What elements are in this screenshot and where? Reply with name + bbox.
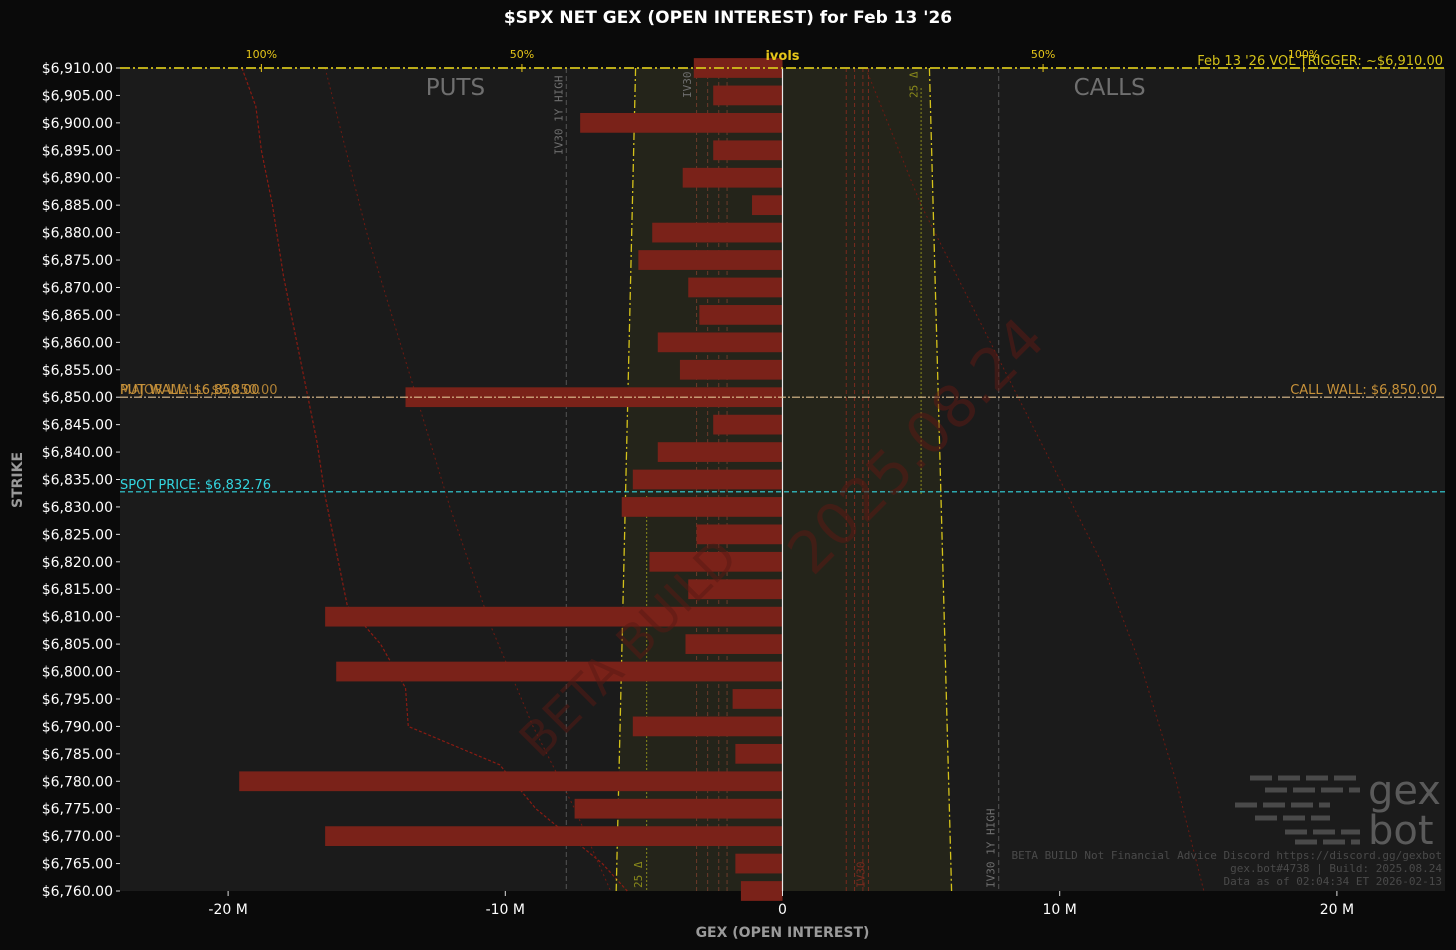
x-axis-title: GEX (OPEN INTEREST) [696, 925, 870, 941]
y-tick-label: $6,865.00 [42, 308, 113, 324]
gex-bar [325, 606, 783, 627]
y-tick-label: $6,875.00 [42, 253, 113, 269]
y-tick-label: $6,845.00 [42, 418, 113, 434]
y-tick-label: $6,820.00 [42, 555, 113, 571]
y-tick-label: $6,825.00 [42, 527, 113, 543]
y-tick-label: $6,815.00 [42, 582, 113, 598]
y-axis-title: STRIKE [10, 452, 26, 508]
x-tick-label: 20 M [1320, 902, 1354, 918]
x-tick-label: 10 M [1043, 902, 1077, 918]
gex-bar [735, 853, 783, 874]
gex-bar [652, 222, 783, 243]
gex-bar [752, 195, 783, 216]
y-tick-label: $6,775.00 [42, 802, 113, 818]
y-tick-label: $6,890.00 [42, 171, 113, 187]
y-tick-label: $6,785.00 [42, 747, 113, 763]
y-tick-label: $6,900.00 [42, 116, 113, 132]
gex-bar [657, 442, 783, 462]
gex-bar [713, 140, 783, 161]
delta25-put-label: 25 Δ [632, 861, 645, 888]
delta25-call-label: 25 Δ [908, 71, 921, 98]
footer-line: BETA BUILD Not Financial Advice Discord … [1012, 849, 1442, 862]
y-tick-label: $6,895.00 [42, 143, 113, 159]
footer-line: gex.bot#4738 | Build: 2025.08.24 [1230, 862, 1442, 875]
y-tick-label: $6,840.00 [42, 445, 113, 461]
gex-bar [574, 798, 783, 819]
gex-bar [713, 414, 783, 435]
x-tick-label: -10 M [486, 902, 525, 918]
ivols-tick-label: 100% [1288, 48, 1319, 61]
gex-bar [713, 85, 783, 106]
gex-bar [688, 277, 783, 298]
y-tick-label: $6,910.00 [42, 61, 113, 77]
y-tick-label: $6,810.00 [42, 610, 113, 626]
gex-bar [679, 359, 783, 380]
gex-bar [657, 332, 783, 353]
ivols-axis-title: ivols [765, 49, 799, 64]
gex-bar [685, 634, 783, 654]
y-tick-label: $6,790.00 [42, 719, 113, 735]
ivols-tick-label: 100% [246, 48, 277, 61]
y-tick-label: $6,760.00 [42, 884, 113, 900]
iv30-1y-high-call-label: IV30 1Y HIGH [985, 809, 998, 888]
y-tick-label: $6,860.00 [42, 335, 113, 351]
puts-label: PUTS [426, 75, 485, 101]
y-tick-label: $6,885.00 [42, 198, 113, 214]
call-wall-label: CALL WALL: $6,850.00 [1290, 383, 1437, 398]
x-tick-label: -20 M [208, 902, 247, 918]
calls-label: CALLS [1074, 75, 1146, 101]
y-tick-label: $6,830.00 [42, 500, 113, 516]
y-tick-label: $6,800.00 [42, 665, 113, 681]
gex-bar [632, 716, 783, 737]
major-wall-label: MAJOR WALL: $6,850.00 [120, 383, 278, 398]
gex-bar [621, 497, 783, 517]
y-tick-label: $6,770.00 [42, 829, 113, 845]
footer-line: Data as of 02:04:34 ET 2026-02-13 [1223, 875, 1442, 888]
gex-bar [682, 167, 783, 188]
y-tick-label: $6,880.00 [42, 226, 113, 242]
y-tick-label: $6,805.00 [42, 637, 113, 653]
iv30-bottom-label: IV30 [854, 862, 867, 889]
ivols-tick-label: 50% [510, 48, 534, 61]
gex-bar [699, 305, 783, 325]
logo-text-bot: bot [1368, 808, 1434, 854]
gex-bar [740, 881, 783, 901]
y-tick-label: $6,765.00 [42, 857, 113, 873]
spot-price-label: SPOT PRICE: $6,832.76 [120, 478, 271, 493]
y-tick-label: $6,905.00 [42, 88, 113, 104]
y-tick-label: $6,780.00 [42, 774, 113, 790]
iv30-1y-high-put-label: IV30 1Y HIGH [552, 76, 565, 155]
iv30-top-label: IV30 [681, 72, 694, 99]
y-tick-label: $6,835.00 [42, 473, 113, 489]
y-tick-label: $6,850.00 [42, 390, 113, 406]
gex-bar [735, 743, 783, 764]
ivols-tick-label: 50% [1031, 48, 1055, 61]
gex-bar [732, 689, 783, 709]
gex-bar [632, 469, 783, 490]
gex-bar [239, 771, 783, 792]
y-tick-label: $6,795.00 [42, 692, 113, 708]
gex-chart: Feb 13 '26 VOL TRIGGER: ~$6,910.00 CALL W… [10, 48, 1445, 941]
gex-bar [325, 826, 783, 847]
y-tick-label: $6,855.00 [42, 363, 113, 379]
y-tick-label: $6,870.00 [42, 280, 113, 296]
vol-trigger-label: Feb 13 '26 VOL TRIGGER: ~$6,910.00 [1197, 54, 1443, 69]
gex-bar [638, 250, 783, 270]
x-tick-label: 0 [778, 902, 787, 918]
gex-bar [580, 112, 783, 133]
